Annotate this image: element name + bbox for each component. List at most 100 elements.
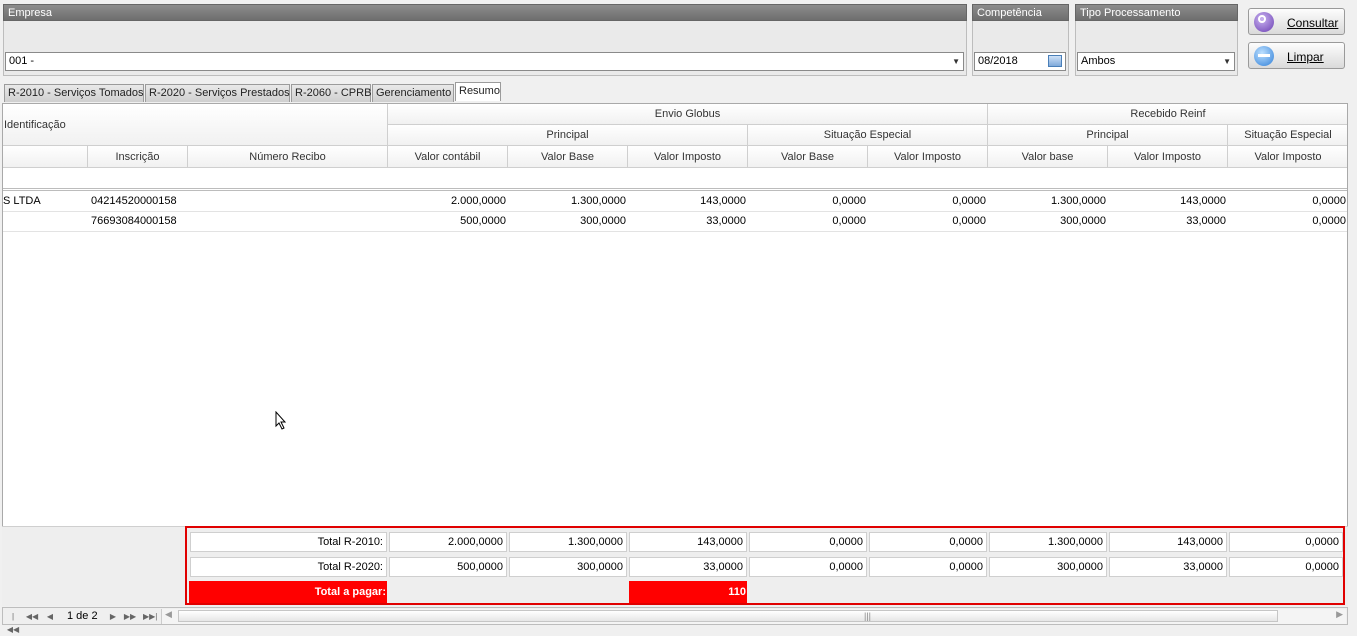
cell-valor-contabil: 500,0000: [460, 215, 506, 227]
scroll-left-icon[interactable]: ◀: [165, 609, 172, 620]
total-r2010-reinf-valor-base: 1.300,0000: [989, 532, 1107, 552]
col-reinf-valor-imposto[interactable]: Valor Imposto: [1108, 146, 1228, 168]
total-r2020-valor-imposto: 33,0000: [629, 557, 747, 577]
tab-r2020[interactable]: R-2020 - Serviços Prestados: [145, 84, 290, 102]
scroll-right-icon[interactable]: ▶: [1336, 609, 1343, 620]
total-r2020-valor-base: 300,0000: [509, 557, 627, 577]
cell-se-valor-imposto: 0,0000: [952, 195, 986, 207]
cell-reinf-se-valor-imposto: 0,0000: [1312, 215, 1346, 227]
situacao-label: Situação Especial: [1244, 129, 1332, 141]
cell-valor-imposto: 143,0000: [700, 195, 746, 207]
col-label: Valor Base: [781, 151, 834, 163]
tab-r2060[interactable]: R-2060 - CPRB: [291, 84, 371, 102]
header-reinf-principal: Principal: [988, 125, 1228, 146]
tab-r2010[interactable]: R-2010 - Serviços Tomados: [4, 84, 144, 102]
cell-valor-imposto: 33,0000: [706, 215, 746, 227]
total-r2010-se-valor-base: 0,0000: [749, 532, 867, 552]
scrollbar-thumb[interactable]: |||: [178, 610, 1278, 622]
minus-icon: [1254, 46, 1274, 66]
cell-reinf-valor-imposto: 33,0000: [1186, 215, 1226, 227]
col-numero-recibo[interactable]: Número Recibo: [188, 146, 388, 168]
prev-page-fast-icon[interactable]: ◀◀: [25, 610, 39, 623]
empresa-select[interactable]: 001 - ▼: [5, 52, 964, 71]
col-inscricao[interactable]: Inscrição: [88, 146, 188, 168]
col-label: Valor Base: [541, 151, 594, 163]
col-se-valor-base[interactable]: Valor Base: [748, 146, 868, 168]
principal-label: Principal: [546, 129, 589, 141]
recebido-reinf-label: Recebido Reinf: [1130, 108, 1206, 120]
mouse-cursor-icon: [275, 411, 287, 430]
total-r2010-valor-imposto: 143,0000: [629, 532, 747, 552]
total-r2010-reinf-se-valor-imposto: 0,0000: [1229, 532, 1343, 552]
tab-resumo-label: Resumo: [459, 85, 500, 97]
grid-navigator: |◀◀ ◀◀ ◀ 1 de 2 ▶ ▶▶ ▶▶| ◀ ||| ▶: [2, 607, 1348, 634]
last-page-icon[interactable]: ▶▶|: [143, 610, 157, 623]
header-envio-globus: Envio Globus: [388, 104, 988, 125]
horizontal-scrollbar[interactable]: ◀ ||| ▶: [161, 609, 1346, 624]
total-a-pagar-label: Total a pagar:: [189, 581, 387, 603]
tab-resumo[interactable]: Resumo: [455, 82, 501, 101]
total-r2010-se-valor-imposto: 0,0000: [869, 532, 987, 552]
tab-r2020-label: R-2020 - Serviços Prestados: [149, 87, 290, 99]
total-r2010-valor-base: 1.300,0000: [509, 532, 627, 552]
competencia-header: Competência: [972, 4, 1069, 21]
principal-label: Principal: [1086, 129, 1129, 141]
col-label: Inscrição: [115, 151, 160, 163]
tipo-label: Tipo Processamento: [1080, 7, 1181, 19]
total-r2020-reinf-se-valor-imposto: 0,0000: [1229, 557, 1343, 577]
col-label: Valor base: [1021, 151, 1074, 163]
total-a-pagar-value: 110: [629, 581, 747, 603]
cell-inscricao: 76693084000158: [91, 215, 177, 227]
total-r2010-reinf-valor-imposto: 143,0000: [1109, 532, 1227, 552]
col-label: Valor Imposto: [1254, 151, 1322, 163]
empresa-header: Empresa: [3, 4, 967, 21]
table-row[interactable]: 76693084000158 500,0000 300,0000 33,0000…: [3, 212, 1347, 232]
situacao-label: Situação Especial: [823, 129, 912, 141]
calendar-icon[interactable]: [1048, 55, 1062, 67]
cell-reinf-valor-base: 1.300,0000: [1050, 195, 1106, 207]
cell-reinf-valor-base: 300,0000: [1060, 215, 1106, 227]
total-r2020-se-valor-imposto: 0,0000: [869, 557, 987, 577]
col-valor-base[interactable]: Valor Base: [508, 146, 628, 168]
col-reinf-se-valor-imposto[interactable]: Valor Imposto: [1228, 146, 1347, 168]
filter-row-divider: [3, 188, 1347, 191]
tab-gerenciamento-label: Gerenciamento: [376, 87, 452, 99]
tab-gerenciamento[interactable]: Gerenciamento: [372, 84, 454, 102]
col-reinf-valor-base[interactable]: Valor base: [988, 146, 1108, 168]
header-recebido-reinf: Recebido Reinf: [988, 104, 1347, 125]
header-envio-situacao: Situação Especial: [748, 125, 988, 146]
col-valor-imposto[interactable]: Valor Imposto: [628, 146, 748, 168]
tab-r2010-label: R-2010 - Serviços Tomados: [8, 87, 144, 99]
table-row[interactable]: S LTDA 04214520000158 2.000,0000 1.300,0…: [3, 192, 1347, 212]
cell-inscricao: 04214520000158: [91, 195, 177, 207]
envio-globus-label: Envio Globus: [654, 108, 721, 120]
col-label: Valor Imposto: [893, 151, 962, 163]
competencia-label: Competência: [977, 7, 1042, 19]
page-indicator: 1 de 2: [67, 610, 98, 622]
cell-se-valor-base: 0,0000: [832, 195, 866, 207]
chevron-down-icon[interactable]: ▼: [952, 53, 960, 70]
col-se-valor-imposto[interactable]: Valor Imposto: [868, 146, 988, 168]
tipo-value: Ambos: [1081, 55, 1116, 67]
cell-reinf-valor-imposto: 143,0000: [1180, 195, 1226, 207]
col-label: Valor Imposto: [1133, 151, 1202, 163]
next-page-icon[interactable]: ▶: [106, 610, 120, 623]
col-valor-contabil[interactable]: Valor contábil: [388, 146, 508, 168]
total-r2020-valor-contabil: 500,0000: [389, 557, 507, 577]
header-reinf-situacao: Situação Especial: [1228, 125, 1347, 146]
competencia-field[interactable]: 08/2018: [974, 52, 1066, 71]
col-nome[interactable]: [3, 146, 88, 168]
tipo-select[interactable]: Ambos ▼: [1077, 52, 1235, 71]
empresa-label: Empresa: [8, 7, 53, 19]
prev-page-icon[interactable]: ◀: [43, 610, 57, 623]
limpar-button[interactable]: Limpar: [1248, 42, 1345, 69]
total-r2020-reinf-valor-imposto: 33,0000: [1109, 557, 1227, 577]
chevron-down-icon[interactable]: ▼: [1223, 53, 1231, 70]
cell-se-valor-imposto: 0,0000: [952, 215, 986, 227]
next-page-fast-icon[interactable]: ▶▶: [123, 610, 137, 623]
first-page-icon[interactable]: |◀◀: [6, 610, 20, 634]
col-label: Valor contábil: [414, 151, 481, 163]
consultar-button[interactable]: Consultar: [1248, 8, 1345, 35]
cell-valor-base: 1.300,0000: [570, 195, 626, 207]
consultar-label: Consultar: [1287, 16, 1339, 30]
